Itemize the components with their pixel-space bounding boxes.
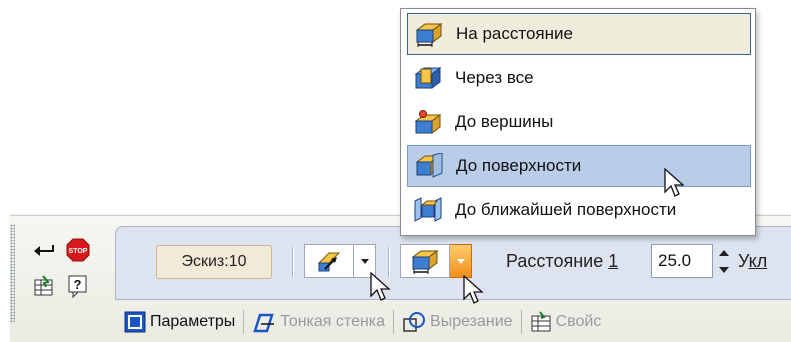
tab-separator xyxy=(393,310,395,334)
menu-item-label: До вершины xyxy=(455,112,554,131)
extrude-through-all-icon xyxy=(414,67,442,89)
distance-label: Расстояние 1 xyxy=(506,251,618,272)
parameters-area: Эскиз:10 Расстояние 1 25.0 Укл xyxy=(115,226,791,300)
stop-icon: STOP xyxy=(66,238,90,262)
svg-text:STOP: STOP xyxy=(69,248,88,255)
extrude-through-all-icon-wrap xyxy=(413,63,443,93)
mouse-cursor-icon xyxy=(370,272,391,301)
mouse-cursor-icon xyxy=(664,168,685,197)
distance-spinner[interactable] xyxy=(716,244,732,278)
distance-input[interactable] xyxy=(651,244,713,278)
direction-combo[interactable] xyxy=(304,244,376,278)
spin-up-button[interactable] xyxy=(716,244,732,261)
extrude-to-surface-icon xyxy=(415,153,443,178)
angle-label: Укл xyxy=(738,251,767,272)
menu-item-to-surface[interactable]: До поверхности xyxy=(407,145,751,187)
menu-item-label: До поверхности xyxy=(456,156,582,175)
tab-properties-label: Свойс xyxy=(555,313,602,330)
tab-separator xyxy=(520,310,522,334)
tab-properties[interactable]: Свойс xyxy=(524,305,608,339)
separator xyxy=(292,247,294,277)
extrusion-type-dropdown-arrow[interactable] xyxy=(450,244,472,278)
menu-item-to-nearest-surface[interactable]: До ближайшей поверхности xyxy=(407,189,751,231)
extrude-blind-icon xyxy=(415,23,443,47)
menu-item-label: До ближайшей поверхности xyxy=(455,200,677,219)
menu-item-through-all[interactable]: Через все xyxy=(407,57,751,99)
cut-icon xyxy=(403,312,426,332)
stop-button[interactable]: STOP xyxy=(66,238,90,262)
properties-icon xyxy=(531,311,551,332)
sketch-label: Эскиз:10 xyxy=(181,253,247,270)
spin-down-icon xyxy=(719,266,729,273)
tab-thin-wall[interactable]: Тонкая стенка xyxy=(246,305,391,339)
svg-text:?: ? xyxy=(74,277,82,292)
spin-down-button[interactable] xyxy=(716,261,732,278)
tab-thin-wall-label: Тонкая стенка xyxy=(280,313,386,330)
extrusion-type-combo[interactable] xyxy=(400,244,472,278)
mouse-cursor-icon xyxy=(463,275,484,304)
parameters-icon xyxy=(124,311,146,333)
properties-grid-icon xyxy=(34,275,53,296)
thin-wall-icon xyxy=(253,313,275,333)
tab-cut-label: Вырезание xyxy=(430,313,513,330)
sketch-button[interactable]: Эскиз:10 xyxy=(156,245,272,279)
tab-parameters[interactable]: Параметры xyxy=(118,305,241,339)
extrude-blind-icon-wrap xyxy=(414,19,444,49)
enter-arrow-icon xyxy=(34,245,54,256)
panel-tabs: Параметры Тонкая стенка Вырезание Свойс xyxy=(118,304,791,340)
distance-label-text: Расстояние xyxy=(506,251,609,271)
extrude-to-vertex-icon-wrap xyxy=(413,107,443,137)
tab-separator xyxy=(243,310,245,334)
menu-item-to-vertex[interactable]: До вершины xyxy=(407,101,751,143)
properties-toggle-button[interactable] xyxy=(32,274,56,298)
menu-item-label: Через все xyxy=(455,68,534,87)
extrusion-type-menu: На расстояние Через все До вершины До по… xyxy=(400,8,756,236)
extrude-to-nearest-surface-icon xyxy=(414,197,442,222)
distance-label-index: 1 xyxy=(608,251,619,271)
apply-button[interactable] xyxy=(32,238,56,262)
direction-icon xyxy=(317,252,341,272)
extrude-to-nearest-surface-icon-wrap xyxy=(413,195,443,225)
angle-label-text: У xyxy=(738,251,749,271)
menu-item-label: На расстояние xyxy=(456,24,573,43)
help-icon: ? xyxy=(68,275,87,298)
extrude-blind-icon xyxy=(411,250,439,274)
extrude-to-vertex-icon xyxy=(414,110,442,134)
help-button[interactable]: ? xyxy=(66,274,90,298)
menu-item-blind[interactable]: На расстояние xyxy=(407,13,751,55)
tab-parameters-label: Параметры xyxy=(150,313,236,330)
extrude-to-surface-icon-wrap xyxy=(414,151,444,181)
spin-up-icon xyxy=(719,249,729,256)
chevron-down-icon xyxy=(360,258,369,264)
tab-cut[interactable]: Вырезание xyxy=(396,305,519,339)
direction-combo-icon-box[interactable] xyxy=(304,244,354,278)
angle-label-underlined: кл xyxy=(748,251,768,271)
extrusion-type-icon-box[interactable] xyxy=(400,244,450,278)
chevron-down-icon xyxy=(456,258,465,264)
panel-grip-handle[interactable] xyxy=(10,224,15,322)
